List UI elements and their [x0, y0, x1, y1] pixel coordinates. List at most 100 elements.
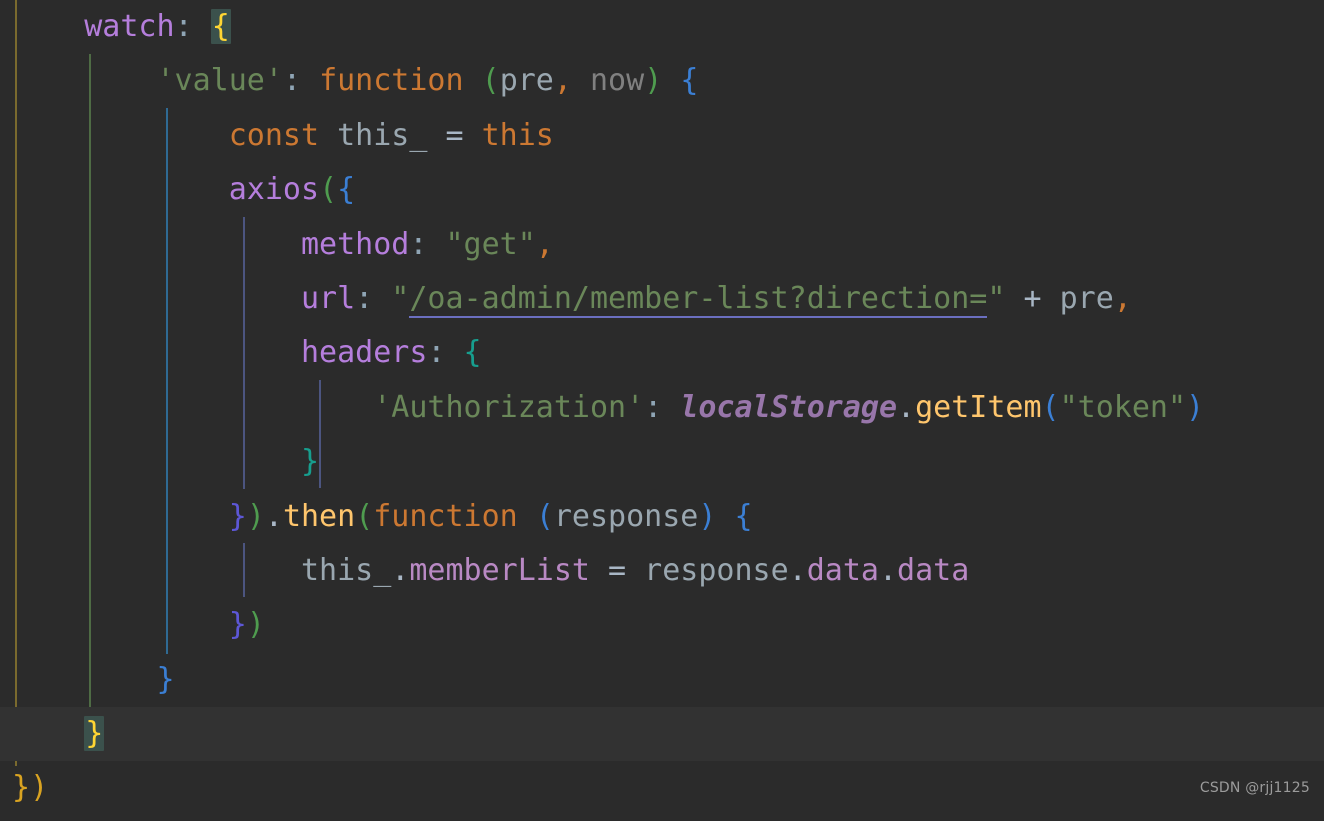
token-paren-blue: ) [698, 498, 717, 534]
token-op: = [608, 552, 627, 588]
token-paren-green: ) [246, 498, 265, 534]
token-keyword: const [228, 117, 320, 153]
token-paren-blue: { [680, 63, 699, 99]
line-url[interactable]: url: "/oa-admin/member-list?direction=" … [0, 272, 1324, 326]
token-var: response [553, 498, 699, 534]
code-content[interactable]: watch: { 'value': function (pre, now) { … [0, 0, 1324, 816]
token-brace-gold: } [12, 770, 31, 806]
token-string: 'Authorization' [373, 389, 645, 425]
token-paren-green: ( [355, 498, 374, 534]
token-colon: : [282, 63, 301, 99]
token-fn: getItem [915, 389, 1042, 425]
line-value-function[interactable]: 'value': function (pre, now) { [0, 54, 1324, 108]
token-var: pre [1059, 280, 1114, 316]
token-op: . [264, 498, 283, 534]
token-key: axios [228, 172, 320, 208]
token-key: url [300, 280, 356, 316]
line-const-this[interactable]: const this_ = this [0, 109, 1324, 163]
line-method[interactable]: method: "get", [0, 218, 1324, 272]
token-op: = [445, 117, 464, 153]
line-headers-open[interactable]: headers: { [0, 326, 1324, 380]
token-brace-violet: } [228, 607, 247, 643]
line-axios-open[interactable]: axios({ [0, 163, 1324, 217]
token-colon: : [409, 226, 428, 262]
token-paren-blue: ( [535, 498, 554, 534]
token-dim: now [590, 63, 645, 99]
token-op: + [1023, 280, 1042, 316]
token-comma: , [1113, 280, 1132, 316]
token-brace-yellow-highlight: { [210, 9, 231, 44]
token-string: " [987, 280, 1006, 316]
code-editor-viewport[interactable]: watch: { 'value': function (pre, now) { … [0, 0, 1324, 821]
csdn-watermark: CSDN @rjj1125 [1199, 779, 1310, 796]
token-key: method [300, 226, 410, 262]
token-string: " [391, 280, 410, 316]
token-var: response [644, 552, 789, 588]
token-colon: : [174, 9, 193, 44]
line-then[interactable]: }).then(function (response) { [0, 490, 1324, 544]
token-string-link: /oa-admin/member-list?direction= [409, 280, 988, 318]
token-var: this_ [300, 552, 392, 588]
token-prop: data [897, 552, 970, 588]
token-paren-blue: { [734, 498, 753, 534]
line-then-close[interactable]: }) [0, 598, 1324, 652]
line-watch[interactable]: watch: { [0, 0, 1324, 54]
token-op: . [391, 552, 410, 588]
token-var: pre [499, 63, 554, 99]
token-brace-yellow-highlight: } [84, 716, 105, 752]
token-paren-green: ( [319, 172, 338, 208]
token-paren-blue: ) [1186, 389, 1205, 425]
token-prop: data [806, 552, 879, 588]
line-authorization[interactable]: 'Authorization': localStorage.getItem("t… [0, 381, 1324, 435]
token-string: "get" [445, 226, 536, 262]
token-colon: : [427, 335, 446, 371]
token-paren-green: ) [644, 63, 663, 99]
token-op: . [897, 389, 916, 425]
token-string: "token" [1059, 389, 1187, 425]
line-watch-close[interactable]: } [0, 707, 1324, 762]
token-brace-teal: { [463, 335, 482, 371]
token-key: watch [84, 9, 175, 44]
token-keyword: function [319, 63, 464, 99]
line-iife-close[interactable]: }) [0, 761, 1324, 815]
token-colon: : [355, 280, 374, 316]
token-keyword: this [481, 117, 554, 153]
token-keyword: function [373, 498, 518, 534]
line-assign-memberlist[interactable]: this_.memberList = response.data.data [0, 544, 1324, 598]
token-colon: : [644, 389, 663, 425]
line-headers-close[interactable]: } [0, 435, 1324, 489]
token-brace-gold: ) [30, 770, 49, 806]
token-brace-violet: } [228, 498, 247, 534]
line-value-close[interactable]: } [0, 653, 1324, 707]
token-comma: , [553, 63, 572, 99]
token-comma: , [535, 226, 554, 262]
token-op: . [788, 552, 807, 588]
token-brace-teal: } [300, 444, 320, 480]
